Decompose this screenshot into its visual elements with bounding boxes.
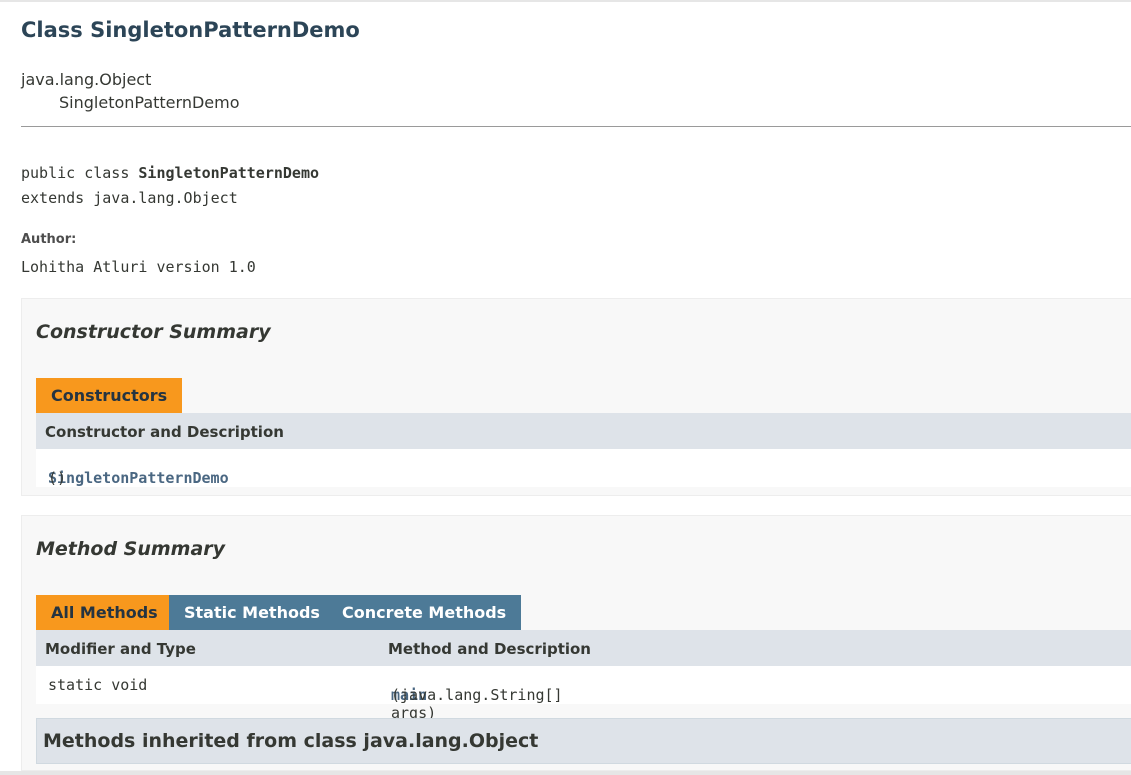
constructor-summary-heading: Constructor Summary — [36, 321, 271, 343]
column-header-modifier: Modifier and Type — [45, 640, 196, 658]
table-row: SingletonPatternDemo() — [36, 449, 1131, 487]
tab-all-methods[interactable]: All Methods — [36, 595, 173, 630]
inheritance-class: SingletonPatternDemo — [59, 93, 240, 112]
divider — [21, 126, 1131, 127]
inherited-methods-heading: Methods inherited from class java.lang.O… — [43, 730, 539, 752]
table-row: static void main (java.lang.String[] args… — [36, 666, 1131, 722]
bottom-border — [0, 771, 1131, 775]
method-summary: Method Summary All Methods Static Method… — [21, 515, 1131, 771]
method-table-header: Modifier and Type Method and Description — [36, 630, 1131, 666]
column-header-method: Method and Description — [388, 640, 591, 658]
author-label: Author: — [21, 232, 77, 247]
inheritance-root: java.lang.Object — [21, 70, 152, 89]
author-value: Lohitha Atluri version 1.0 — [21, 258, 256, 276]
method-summary-heading: Method Summary — [36, 538, 226, 560]
tab-concrete-methods[interactable]: Concrete Methods — [327, 595, 522, 630]
class-declaration: public class SingletonPatternDemo — [21, 164, 319, 182]
declaration-prefix: public class — [21, 164, 139, 182]
inherited-methods-header: Methods inherited from class java.lang.O… — [36, 718, 1131, 764]
top-border — [0, 0, 1131, 2]
constructor-summary: Constructor Summary Constructors Constru… — [21, 298, 1131, 496]
constructor-link[interactable]: SingletonPatternDemo — [48, 469, 229, 487]
tab-static-methods[interactable]: Static Methods — [169, 595, 335, 630]
page-title: Class SingletonPatternDemo — [21, 18, 360, 42]
declaration-class-name: SingletonPatternDemo — [138, 164, 320, 182]
constructor-params: () — [48, 469, 67, 487]
tab-constructors[interactable]: Constructors — [36, 378, 183, 413]
method-params: (java.lang.String[] args) — [391, 686, 563, 722]
constructor-table-header: Constructor and Description — [36, 413, 1131, 449]
extends-declaration: extends java.lang.Object — [21, 189, 238, 207]
column-header-constructor: Constructor and Description — [45, 423, 284, 441]
method-modifier: static void — [48, 676, 148, 694]
